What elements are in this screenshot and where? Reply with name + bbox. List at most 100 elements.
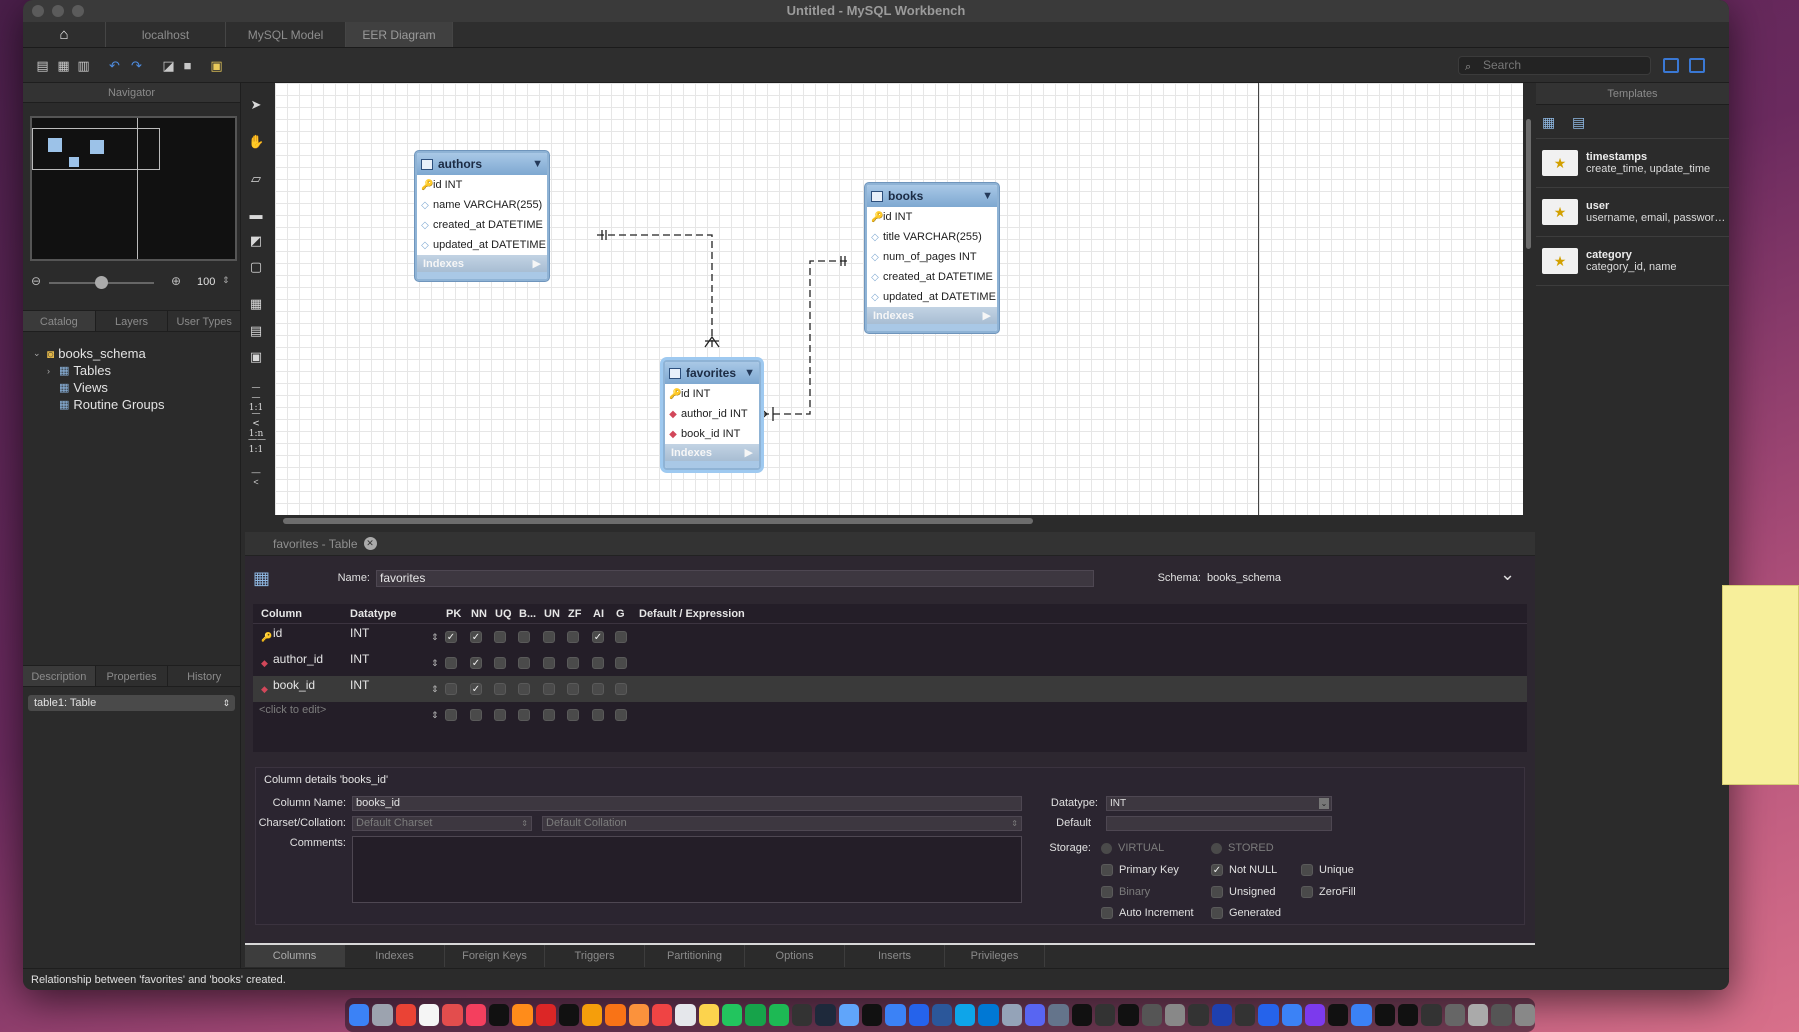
- dock-app-icon[interactable]: [1234, 1004, 1256, 1026]
- dock-app-icon[interactable]: [815, 1004, 836, 1026]
- open-model-icon[interactable]: ▦: [56, 58, 71, 73]
- tab-mysql-model[interactable]: MySQL Model: [225, 22, 345, 47]
- column-row[interactable]: ◇ created_at DATETIME: [867, 267, 997, 287]
- checkbox-icon[interactable]: [543, 657, 555, 669]
- checkbox-checked-icon[interactable]: ✓: [470, 631, 482, 643]
- expand-arrow-icon[interactable]: ›: [47, 366, 55, 376]
- dock-app-icon[interactable]: [1048, 1004, 1069, 1026]
- zerofill-checkbox[interactable]: ZeroFill: [1301, 886, 1356, 898]
- dock-app-icon[interactable]: [1025, 1004, 1046, 1026]
- checkbox-icon[interactable]: [615, 657, 627, 669]
- dock-app-icon[interactable]: [512, 1004, 533, 1026]
- close-window-button[interactable]: [32, 5, 44, 17]
- tab-options[interactable]: Options: [745, 945, 845, 967]
- checkbox-icon[interactable]: [567, 657, 579, 669]
- column-row[interactable]: ◆ author_id INT: [665, 404, 759, 424]
- dock-app-icon[interactable]: [838, 1004, 859, 1026]
- grid-header-cell[interactable]: UQ: [495, 608, 512, 620]
- table-row[interactable]: <click to edit> ⇕: [253, 702, 1527, 728]
- add-template-icon[interactable]: ▦: [1542, 114, 1555, 131]
- tab-partitioning[interactable]: Partitioning: [645, 945, 745, 967]
- collapse-editor-icon[interactable]: ⌄: [1500, 564, 1515, 585]
- dock-app-icon[interactable]: [1514, 1004, 1535, 1026]
- column-name-input[interactable]: books_id: [352, 796, 1022, 811]
- dock-app-icon[interactable]: [582, 1004, 603, 1026]
- datatype-select[interactable]: INT ⌄: [1106, 796, 1332, 811]
- checkbox-icon[interactable]: [470, 709, 482, 721]
- checkbox-icon[interactable]: [518, 709, 530, 721]
- tab-history[interactable]: History: [168, 666, 242, 686]
- eraser-tool-icon[interactable]: ▱: [248, 171, 264, 187]
- align-icon[interactable]: ■: [180, 58, 195, 73]
- auto-increment-checkbox[interactable]: Auto Increment: [1101, 907, 1194, 919]
- checkbox-icon[interactable]: [567, 631, 579, 643]
- dock-app-icon[interactable]: [745, 1004, 766, 1026]
- collapse-arrow-icon[interactable]: ▼: [532, 158, 543, 170]
- primary-key-checkbox[interactable]: Primary Key: [1101, 864, 1179, 876]
- hand-tool-icon[interactable]: ✋: [248, 134, 264, 150]
- dock-app-icon[interactable]: [1118, 1004, 1139, 1026]
- datatype-cell[interactable]: INT: [350, 678, 369, 692]
- undo-icon[interactable]: ↶: [107, 58, 122, 73]
- dock-app-icon[interactable]: [605, 1004, 626, 1026]
- table-tool-icon[interactable]: ▦: [248, 296, 264, 312]
- dock-app-icon[interactable]: [1095, 1004, 1116, 1026]
- dock-app-icon[interactable]: [931, 1004, 953, 1026]
- dock-app-icon[interactable]: [465, 1004, 486, 1026]
- column-row[interactable]: ◇ num_of_pages INT: [867, 247, 997, 267]
- tree-item-views[interactable]: ▦ Views: [33, 379, 164, 396]
- grid-header-cell[interactable]: UN: [544, 608, 560, 620]
- rel-n-m-tool[interactable]: — <: [248, 467, 264, 487]
- eer-canvas[interactable]: authors ▼ 🔑 id INT ◇ name VARCHAR(255) ◇ cr…: [275, 83, 1523, 515]
- unique-checkbox[interactable]: Unique: [1301, 864, 1354, 876]
- column-name-cell[interactable]: book_id: [273, 678, 315, 692]
- tab-catalog[interactable]: Catalog: [23, 311, 96, 331]
- dock-app-icon[interactable]: [768, 1004, 789, 1026]
- rel-1-1-identifying-tool[interactable]: —— 1:1: [248, 435, 266, 455]
- checkbox-icon[interactable]: [494, 631, 506, 643]
- indexes-section[interactable]: Indexes ▶: [417, 255, 547, 272]
- templates-scrollbar[interactable]: [1523, 83, 1535, 527]
- collapse-arrow-icon[interactable]: ▼: [982, 190, 993, 202]
- tab-localhost[interactable]: localhost: [105, 22, 225, 47]
- tab-description[interactable]: Description: [23, 666, 96, 686]
- dock-app-icon[interactable]: [1141, 1004, 1162, 1026]
- dock-app-icon[interactable]: [675, 1004, 696, 1026]
- toggle-grid-icon[interactable]: ◪: [161, 58, 176, 73]
- dock-app-icon[interactable]: [698, 1004, 719, 1026]
- grid-header-cell[interactable]: B...: [519, 608, 536, 620]
- table-authors[interactable]: authors ▼ 🔑 id INT ◇ name VARCHAR(255) ◇ cr…: [415, 151, 549, 281]
- dock-app-icon[interactable]: [558, 1004, 580, 1026]
- zoom-stepper-icon[interactable]: ⇕: [222, 275, 230, 286]
- charset-select[interactable]: Default Charset ⇕: [352, 816, 532, 831]
- column-name-cell[interactable]: <click to edit>: [259, 704, 326, 716]
- dock-app-icon[interactable]: [652, 1004, 673, 1026]
- column-row[interactable]: ◇ name VARCHAR(255): [417, 195, 547, 215]
- table-books[interactable]: books ▼ 🔑 id INT ◇ title VARCHAR(255) ◇ num…: [865, 183, 999, 333]
- save-model-icon[interactable]: ▥: [76, 58, 91, 73]
- tab-inserts[interactable]: Inserts: [845, 945, 945, 967]
- checkbox-icon[interactable]: [445, 657, 457, 669]
- datatype-stepper-icon[interactable]: ⇕: [431, 632, 439, 643]
- dock-app-icon[interactable]: [1211, 1004, 1232, 1026]
- table-row[interactable]: 🔑 id INT ⇕ ✓ ✓ ✓: [253, 624, 1527, 650]
- dock-app-icon[interactable]: [488, 1004, 510, 1026]
- tree-item-routine-groups[interactable]: ▦ Routine Groups: [33, 396, 164, 413]
- storage-virtual-radio[interactable]: VIRTUAL: [1101, 842, 1164, 854]
- not-null-checkbox[interactable]: ✓ Not NULL: [1211, 864, 1277, 876]
- tab-layers[interactable]: Layers: [96, 311, 169, 331]
- dock-app-icon[interactable]: [1304, 1004, 1326, 1026]
- checkbox-icon[interactable]: [615, 683, 627, 695]
- checkbox-icon[interactable]: [494, 683, 506, 695]
- dock-app-icon[interactable]: [1444, 1004, 1465, 1026]
- tab-foreign-keys[interactable]: Foreign Keys: [445, 945, 545, 967]
- column-row[interactable]: 🔑 id INT: [867, 207, 997, 227]
- description-object-select[interactable]: table1: Table ⇕: [28, 695, 235, 711]
- column-row[interactable]: 🔑 id INT: [417, 175, 547, 195]
- grid-header-cell[interactable]: Column: [261, 608, 302, 620]
- export-icon[interactable]: ▣: [209, 58, 224, 73]
- zoom-in-icon[interactable]: ⊕: [171, 274, 181, 288]
- checkbox-icon[interactable]: [445, 683, 457, 695]
- dock-app-icon[interactable]: [1001, 1004, 1023, 1026]
- dock-app-icon[interactable]: [955, 1004, 976, 1026]
